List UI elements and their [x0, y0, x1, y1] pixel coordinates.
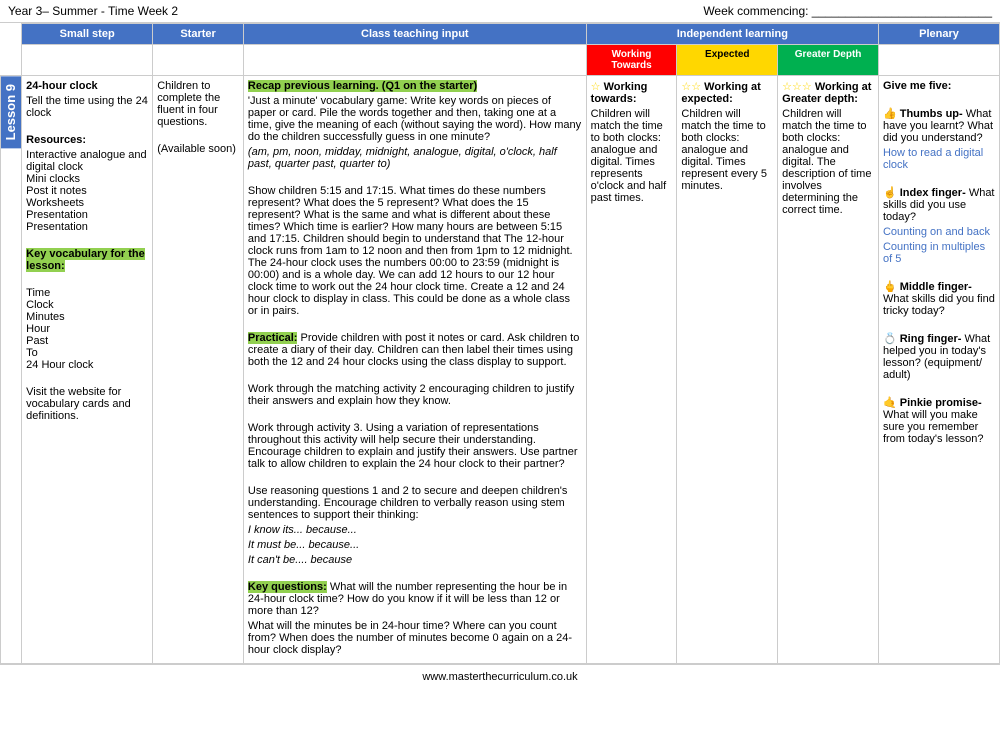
working-towards-content: ☆ Working towards: Children will match t… [586, 76, 677, 664]
starter-available: (Available soon) [157, 143, 239, 155]
header-left: Year 3– Summer - Time Week 2 [8, 4, 178, 18]
middle-label: Middle finger- [900, 281, 972, 293]
index-label: Index finger- [900, 187, 966, 199]
thumb-icon: 👍 [883, 108, 897, 120]
teaching-blank [243, 45, 586, 76]
plenary-content: Give me five: 👍 Thumbs up- What have you… [878, 76, 999, 664]
middle-q: What skills did you find tricky today? [883, 293, 995, 317]
footer: www.masterthecurriculum.co.uk [0, 664, 1000, 689]
teaching-para1: 'Just a minute' vocabulary game: Write k… [248, 95, 582, 143]
expected-body: Children will match the time to both clo… [681, 108, 773, 192]
working-body: Children will match the time to both clo… [591, 108, 673, 204]
col-starter: Starter [153, 24, 244, 45]
col-plenary: Plenary [878, 24, 999, 45]
small-step-body: Tell the time using the 24 clock [26, 95, 148, 119]
resources-label: Resources: [26, 134, 86, 146]
ring-icon: 💍 [883, 333, 897, 345]
vocab-list: TimeClockMinutesHourPastTo24 Hour clock [26, 287, 148, 371]
working-stars: ☆ [591, 81, 601, 93]
ring-label: Ring finger- [900, 333, 962, 345]
index-link2: Counting in multiples of 5 [883, 241, 995, 265]
stem3: It can't be.... because [248, 554, 582, 566]
footer-url: www.masterthecurriculum.co.uk [422, 671, 577, 683]
key-q2: What will the minutes be in 24-hour time… [248, 620, 582, 656]
teaching-para2: Show children 5:15 and 17:15. What times… [248, 185, 582, 317]
thumb-link1: How to read a digital clock [883, 147, 995, 171]
lesson-number-cell: Lesson 9 [1, 76, 22, 664]
teaching-para3: Provide children with post it notes or c… [248, 332, 579, 368]
teaching-content: Recap previous learning. (Q1 on the star… [243, 76, 586, 664]
greater-body: Children will match the time to both clo… [782, 108, 874, 216]
starter-blank [153, 45, 244, 76]
col-working-towards: Working Towards [586, 45, 677, 76]
teaching-para6: Use reasoning questions 1 and 2 to secur… [248, 485, 582, 521]
teaching-para5: Work through activity 3. Using a variati… [248, 422, 582, 470]
small-step-content: 24-hour clock Tell the time using the 24… [22, 76, 153, 664]
recap-label: Recap previous learning. (Q1 on the star… [248, 80, 477, 92]
pinkie-icon: 🤙 [883, 397, 897, 409]
col-teaching: Class teaching input [243, 24, 586, 45]
visit-text: Visit the website for vocabulary cards a… [26, 386, 148, 422]
col-expected: Expected [677, 45, 778, 76]
expected-stars: ☆☆ [681, 81, 701, 93]
greater-depth-content: ☆☆☆ Working at Greater depth: Children w… [778, 76, 879, 664]
middle-icon: 🖕 [883, 281, 897, 293]
lesson-label-spacer2 [1, 45, 22, 76]
thumb-label: Thumbs up- [900, 108, 963, 120]
stem2: It must be... because... [248, 539, 582, 551]
greater-stars: ☆☆☆ [782, 81, 812, 93]
stem1: I know its... because... [248, 524, 582, 536]
plenary-intro: Give me five: [883, 80, 951, 92]
index-link1: Counting on and back [883, 226, 995, 238]
pinkie-label: Pinkie promise- [900, 397, 982, 409]
teaching-para4: Work through the matching activity 2 enc… [248, 383, 582, 407]
starter-body: Children to complete the fluent in four … [157, 80, 239, 128]
expected-content: ☆☆ Working at expected: Children will ma… [677, 76, 778, 664]
header: Year 3– Summer - Time Week 2 Week commen… [0, 0, 1000, 23]
col-small-step: Small step [22, 24, 153, 45]
lesson-number: Lesson 9 [1, 76, 21, 148]
key-vocab-label: Key vocabulary for the lesson: [26, 248, 145, 272]
pinkie-q: What will you make sure you remember fro… [883, 409, 984, 445]
teaching-vocab-examples: (am, pm, noon, midday, midnight, analogu… [248, 146, 582, 170]
lesson-label-spacer [1, 24, 22, 45]
resources-list: Interactive analogue and digital clockMi… [26, 149, 148, 233]
small-step-title: 24-hour clock [26, 80, 98, 92]
plenary-blank [878, 45, 999, 76]
col-greater-depth: Greater Depth [778, 45, 879, 76]
starter-content: Children to complete the fluent in four … [153, 76, 244, 664]
practical-label: Practical: [248, 332, 298, 344]
header-right: Week commencing: _______________________… [703, 4, 992, 18]
col-independent: Independent learning [586, 24, 878, 45]
small-step-blank [22, 45, 153, 76]
index-icon: ☝ [883, 187, 897, 199]
key-q-label: Key questions: [248, 581, 327, 593]
